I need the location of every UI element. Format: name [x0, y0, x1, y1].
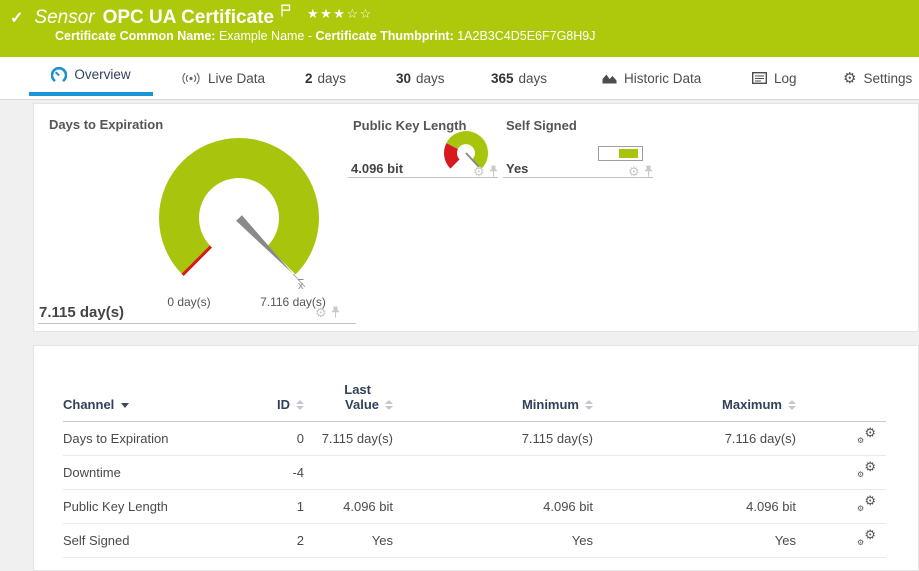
- priority-stars[interactable]: ★★★☆☆: [307, 6, 373, 22]
- thumbprint-value: 1A2B3C4D5E6F7G8H9J: [457, 29, 595, 43]
- tab-label: days: [318, 71, 347, 86]
- column-header-maximum[interactable]: Maximum: [593, 366, 796, 421]
- cell-minimum: 4.096 bit: [393, 489, 593, 523]
- channel-settings-icon[interactable]: ⚙⚙: [857, 462, 876, 479]
- table-row: Days to Expiration 0 7.115 day(s) 7.115 …: [63, 421, 886, 455]
- table-row: Self Signed 2 Yes Yes Yes ⚙⚙: [63, 523, 886, 557]
- channel-panel-title: Self Signed: [506, 118, 577, 133]
- common-name-label: Certificate Common Name:: [55, 29, 215, 43]
- cell-channel[interactable]: Days to Expiration: [63, 421, 274, 455]
- pin-icon[interactable]: [331, 306, 340, 319]
- gear-icon[interactable]: ⚙: [315, 306, 327, 319]
- tab-2-days[interactable]: 2 days: [305, 57, 346, 99]
- table-row: Downtime -4 ⚙⚙: [63, 455, 886, 489]
- tab-settings[interactable]: ⚙ Settings: [843, 57, 912, 99]
- mean-marker: x: [298, 280, 304, 292]
- cell-last-value: 7.115 day(s): [304, 421, 393, 455]
- cell-last-value: 4.096 bit: [304, 489, 393, 523]
- cell-id: 2: [274, 523, 304, 557]
- thumbprint-label: Certificate Thumbprint:: [316, 29, 454, 43]
- gauge-scale-min: 0 day(s): [149, 295, 229, 309]
- tab-30-days[interactable]: 30 days: [396, 57, 445, 99]
- area-chart-icon: [602, 72, 617, 84]
- self-signed-indicator: [598, 146, 643, 161]
- tab-log[interactable]: Log: [752, 57, 797, 99]
- cell-maximum: 4.096 bit: [593, 489, 796, 523]
- tab-overview[interactable]: Overview: [29, 57, 153, 96]
- tab-number: 30: [396, 71, 411, 86]
- log-list-icon: [752, 72, 767, 84]
- sort-desc-icon: [121, 403, 129, 408]
- sensor-tab-bar: Overview Live Data 2 days 30 days 365 da…: [0, 57, 919, 100]
- message-separator: -: [308, 29, 312, 43]
- cell-id: 1: [274, 489, 304, 523]
- sort-icon: [385, 400, 393, 410]
- status-ok-icon: ✓: [10, 8, 23, 28]
- channel-settings-icon[interactable]: ⚙⚙: [857, 496, 876, 513]
- toggle-knob: [619, 149, 638, 158]
- tab-label: days: [519, 71, 548, 86]
- sort-icon: [296, 400, 304, 410]
- table-row: Public Key Length 1 4.096 bit 4.096 bit …: [63, 489, 886, 523]
- sort-icon: [788, 400, 796, 410]
- tab-label: Live Data: [208, 71, 265, 86]
- tab-label: Historic Data: [624, 71, 701, 86]
- tab-number: 2: [305, 71, 313, 86]
- days-to-expiration-gauge: [144, 123, 334, 308]
- cell-last-value: Yes: [304, 523, 393, 557]
- cell-channel[interactable]: Downtime: [63, 455, 274, 489]
- tab-historic-data[interactable]: Historic Data: [602, 57, 701, 99]
- cell-minimum: [393, 455, 593, 489]
- panel-divider: [38, 323, 356, 324]
- channel-table: Channel ID Last Value Minimum Maximum: [63, 366, 886, 558]
- tab-label: Overview: [74, 67, 130, 82]
- gauge-icon: [51, 67, 67, 83]
- channel-panel-actions: ⚙: [315, 306, 340, 319]
- channel-settings-icon[interactable]: ⚙⚙: [857, 428, 876, 445]
- sensor-message: Certificate Common Name: Example Name - …: [55, 29, 596, 43]
- table-header-row: Channel ID Last Value Minimum Maximum: [63, 366, 886, 421]
- tab-label: Log: [774, 71, 797, 86]
- stars-filled: ★★★: [307, 6, 346, 21]
- channel-last-value: 4.096 bit: [351, 161, 403, 176]
- column-header-id[interactable]: ID: [274, 366, 304, 421]
- stars-empty: ☆☆: [346, 6, 372, 21]
- panel-divider: [503, 177, 653, 178]
- cell-minimum: 7.115 day(s): [393, 421, 593, 455]
- sensor-name: OPC UA Certificate: [103, 7, 274, 29]
- cell-channel[interactable]: Public Key Length: [63, 489, 274, 523]
- column-header-last-value[interactable]: Last Value: [304, 366, 393, 421]
- tab-label: Settings: [863, 71, 912, 86]
- cell-maximum: [593, 455, 796, 489]
- column-header-channel[interactable]: Channel: [63, 366, 274, 421]
- sensor-overview-card: Days to Expiration x 0 day(s) 7.116 day(…: [33, 103, 919, 332]
- tab-live-data[interactable]: Live Data: [181, 57, 265, 99]
- cell-last-value: [304, 455, 393, 489]
- column-header-actions: [796, 366, 886, 421]
- live-data-icon: [181, 72, 201, 85]
- column-header-minimum[interactable]: Minimum: [393, 366, 593, 421]
- panel-divider: [348, 177, 498, 178]
- gear-icon: ⚙: [843, 71, 856, 86]
- cell-maximum: 7.116 day(s): [593, 421, 796, 455]
- sensor-status-banner: ✓ Sensor OPC UA Certificate ★★★☆☆ Certif…: [0, 0, 919, 57]
- cell-minimum: Yes: [393, 523, 593, 557]
- tab-365-days[interactable]: 365 days: [491, 57, 547, 99]
- cell-id: 0: [274, 421, 304, 455]
- cell-id: -4: [274, 455, 304, 489]
- channel-settings-icon[interactable]: ⚙⚙: [857, 530, 876, 547]
- channel-table-card: Channel ID Last Value Minimum Maximum: [33, 345, 919, 571]
- sort-icon: [585, 400, 593, 410]
- sensor-kind-label: Sensor: [34, 7, 94, 29]
- tab-number: 365: [491, 71, 514, 86]
- cell-channel[interactable]: Self Signed: [63, 523, 274, 557]
- common-name-value: Example Name: [219, 29, 304, 43]
- channel-last-value: 7.115 day(s): [39, 304, 124, 321]
- flag-icon[interactable]: [280, 4, 291, 22]
- tab-label: days: [416, 71, 445, 86]
- channel-last-value: Yes: [506, 161, 528, 176]
- cell-maximum: Yes: [593, 523, 796, 557]
